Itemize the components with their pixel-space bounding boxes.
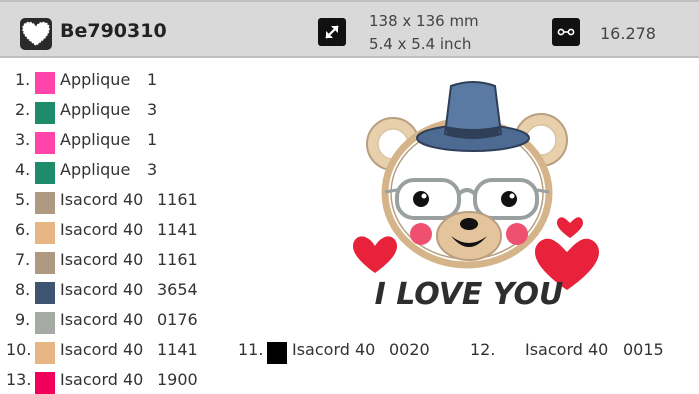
thread-code: 0015: [623, 340, 664, 359]
heart-logo-icon: [20, 18, 52, 50]
thread-swatch: [35, 222, 55, 244]
size-inch: 5.4 x 5.4 inch: [369, 35, 472, 53]
thread-number: 13.: [6, 370, 32, 389]
thread-code: 1: [147, 70, 158, 89]
thread-swatch: [35, 102, 55, 124]
thread-number: 12.: [470, 340, 496, 359]
thread-type: Isacord 40: [60, 280, 144, 299]
thread-type: Applique: [60, 160, 131, 179]
thread-number: 10.: [6, 340, 32, 359]
thread-swatch: [35, 192, 55, 214]
thread-swatch: [35, 162, 55, 184]
design-name: Be790310: [60, 20, 167, 42]
design-preview-image: I LOVE YOU: [353, 81, 599, 312]
thread-swatch: [35, 252, 55, 274]
thread-swatch: [35, 342, 55, 364]
thread-code: 0020: [389, 340, 430, 359]
thread-number: 7.: [15, 250, 31, 269]
design-header: Be790310 138 x 136 mm 5.4 x 5.4 inch 16.…: [0, 0, 699, 58]
thread-type: Isacord 40: [525, 340, 609, 359]
thread-number: 2.: [15, 100, 31, 119]
thread-type: Isacord 40: [292, 340, 376, 359]
thread-number: 9.: [15, 310, 31, 329]
thread-code: 1161: [157, 250, 198, 269]
thread-swatch: [35, 72, 55, 94]
thread-code: 1141: [157, 220, 198, 239]
thread-type: Isacord 40: [60, 190, 144, 209]
thread-type: Isacord 40: [60, 370, 144, 389]
thread-type: Isacord 40: [60, 340, 144, 359]
thread-code: 1900: [157, 370, 198, 389]
thread-code: 1: [147, 130, 158, 149]
thread-number: 8.: [15, 280, 31, 299]
size-mm: 138 x 136 mm: [369, 12, 479, 30]
thread-type: Applique: [60, 130, 131, 149]
thread-swatch: [35, 372, 55, 394]
thread-number: 6.: [15, 220, 31, 239]
thread-code: 1161: [157, 190, 198, 209]
thread-swatch: [35, 132, 55, 154]
resize-arrows-icon: [318, 18, 346, 46]
thread-code: 3: [147, 100, 158, 119]
thread-code: 0176: [157, 310, 198, 329]
thread-swatch: [35, 312, 55, 334]
thread-type: Isacord 40: [60, 310, 144, 329]
thread-number: 5.: [15, 190, 31, 209]
thread-code: 3: [147, 160, 158, 179]
thread-number: 3.: [15, 130, 31, 149]
thread-swatch: [35, 282, 55, 304]
thread-number: 1.: [15, 70, 31, 89]
thread-number: 11.: [238, 340, 264, 359]
stitch-count: 16.278: [600, 24, 656, 43]
thread-code: 3654: [157, 280, 198, 299]
preview-love-text: I LOVE YOU: [375, 277, 564, 312]
thread-swatch: [500, 342, 520, 364]
thread-type: Isacord 40: [60, 250, 144, 269]
thread-swatch: [267, 342, 287, 364]
thread-type: Applique: [60, 100, 131, 119]
stitch-count-icon: [552, 18, 580, 46]
thread-code: 1141: [157, 340, 198, 359]
thread-number: 4.: [15, 160, 31, 179]
thread-type: Isacord 40: [60, 220, 144, 239]
thread-type: Applique: [60, 70, 131, 89]
